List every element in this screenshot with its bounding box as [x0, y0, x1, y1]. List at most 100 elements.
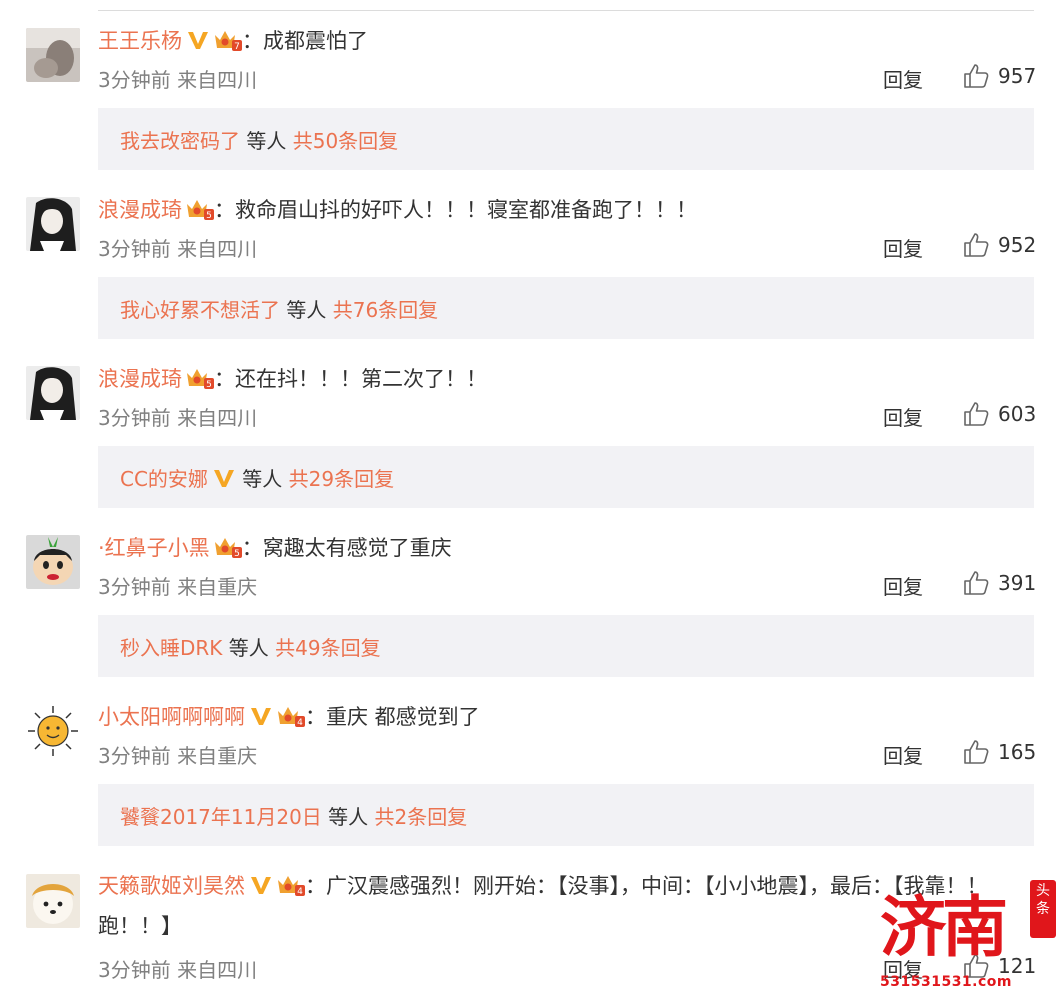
crown-icon: 4 — [275, 871, 305, 897]
username-link[interactable]: 浪漫成琦 — [98, 198, 182, 222]
reply-button[interactable]: 回复 — [883, 740, 923, 769]
avatar[interactable] — [26, 704, 80, 758]
sub-mid-text: 等人 — [321, 805, 375, 829]
sub-replies-box[interactable]: 秒入睡DRK 等人 共49条回复 — [98, 615, 1034, 677]
sub-mid-text: 等人 — [235, 467, 289, 491]
crown-icon: 5 — [184, 196, 214, 222]
source-location: 来自重庆 — [177, 575, 258, 599]
comment-text: 还在抖！！！第二次了！！ — [235, 367, 487, 391]
sub-total-link[interactable]: 共49条回复 — [275, 636, 380, 660]
comment-text: 窝趣太有感觉了重庆 — [262, 536, 452, 560]
comment-meta: 3分钟前 来自四川 — [98, 233, 257, 262]
colon: ： — [305, 874, 326, 898]
crown-icon: 5 — [184, 365, 214, 391]
username-link[interactable]: ·红鼻子小黑 — [98, 536, 210, 560]
watermark-number: 531531531.com — [880, 974, 1012, 990]
timestamp: 3分钟前 — [98, 406, 171, 430]
crown-level-label: 4 — [297, 887, 303, 897]
crown-level-label: 5 — [206, 211, 212, 221]
timestamp: 3分钟前 — [98, 575, 171, 599]
sub-replies-box[interactable]: 我去改密码了 等人 共50条回复 — [98, 108, 1034, 170]
like-count: 957 — [998, 64, 1037, 88]
sub-total-link[interactable]: 共50条回复 — [293, 129, 398, 153]
comment-text: 成都震怕了 — [263, 29, 368, 53]
crown-level-label: 4 — [297, 718, 303, 728]
comment-meta: 3分钟前 来自重庆 — [98, 571, 257, 600]
source-location: 来自重庆 — [177, 744, 258, 768]
username-link[interactable]: 浪漫成琦 — [98, 367, 182, 391]
thumbs-up-icon — [964, 233, 989, 257]
sub-replies-box[interactable]: 饕餮2017年11月20日 等人 共2条回复 — [98, 784, 1034, 846]
crown-level-label: 5 — [206, 380, 212, 390]
thumbs-up-icon — [964, 402, 989, 426]
comment-meta: 3分钟前 来自四川 — [98, 954, 257, 983]
verified-v-icon — [251, 708, 271, 725]
username-link[interactable]: 天籁歌姬刘昊然 — [98, 874, 245, 898]
timestamp: 3分钟前 — [98, 237, 171, 261]
crown-level-label: 5 — [234, 549, 240, 559]
reply-button[interactable]: 回复 — [883, 402, 923, 431]
verified-v-icon — [251, 877, 271, 894]
colon: ： — [214, 198, 235, 222]
reply-button[interactable]: 回复 — [883, 571, 923, 600]
avatar[interactable] — [26, 535, 80, 589]
colon: ： — [242, 29, 263, 53]
avatar[interactable] — [26, 28, 80, 82]
like-count: 391 — [998, 571, 1037, 595]
reply-button[interactable]: 回复 — [883, 64, 923, 93]
comment-line: 浪漫成琦 5 ：还在抖！！！第二次了！！ — [98, 364, 487, 394]
username-link[interactable]: 小太阳啊啊啊啊 — [98, 705, 245, 729]
timestamp: 3分钟前 — [98, 958, 171, 982]
like-count: 165 — [998, 740, 1037, 764]
timestamp: 3分钟前 — [98, 744, 171, 768]
source-location: 来自四川 — [177, 406, 258, 430]
sub-replies-box[interactable]: 我心好累不想活了 等人 共76条回复 — [98, 277, 1034, 339]
thumbs-up-icon — [964, 571, 989, 595]
avatar[interactable] — [26, 197, 80, 251]
comment-line: 小太阳啊啊啊啊 4 ：重庆 都感觉到了 — [98, 702, 480, 732]
colon: ： — [214, 367, 235, 391]
comment-line: ·红鼻子小黑 5 ：窝趣太有感觉了重庆 — [98, 533, 452, 563]
source-location: 来自四川 — [177, 958, 258, 982]
sub-replies-summary: 秒入睡DRK 等人 共49条回复 — [120, 632, 381, 661]
sub-total-link[interactable]: 共29条回复 — [289, 467, 394, 491]
timestamp: 3分钟前 — [98, 68, 171, 92]
reply-button[interactable]: 回复 — [883, 233, 923, 262]
avatar[interactable] — [26, 366, 80, 420]
sub-reply-user[interactable]: 我心好累不想活了 — [120, 298, 280, 322]
top-divider — [98, 10, 1034, 11]
sub-replies-box[interactable]: CC的安娜 等人 共29条回复 — [98, 446, 1034, 508]
thumbs-up-icon — [964, 64, 989, 88]
comment-line: 王王乐杨 7 ：成都震怕了 — [98, 26, 368, 56]
sub-replies-summary: 饕餮2017年11月20日 等人 共2条回复 — [120, 801, 467, 830]
sub-reply-user[interactable]: 秒入睡DRK — [120, 636, 222, 660]
comment-meta: 3分钟前 来自四川 — [98, 64, 257, 93]
sub-reply-user[interactable]: CC的安娜 — [120, 467, 208, 491]
comment-meta: 3分钟前 来自重庆 — [98, 740, 257, 769]
crown-icon: 4 — [275, 703, 305, 729]
crown-icon: 7 — [212, 27, 242, 53]
watermark-tag: 头条 — [1030, 880, 1056, 938]
comment-meta: 3分钟前 来自四川 — [98, 402, 257, 431]
sub-total-link[interactable]: 共76条回复 — [333, 298, 438, 322]
comment-text: 救命眉山抖的好吓人！！！寝室都准备跑了！！！ — [235, 198, 697, 222]
sub-mid-text: 等人 — [240, 129, 293, 153]
username-link[interactable]: 王王乐杨 — [98, 29, 182, 53]
watermark-text: 济南 — [880, 888, 1008, 966]
verified-v-icon — [188, 32, 208, 49]
sub-total-link[interactable]: 共2条回复 — [375, 805, 468, 829]
like-count: 603 — [998, 402, 1037, 426]
sub-reply-user[interactable]: 饕餮2017年11月20日 — [120, 805, 322, 829]
verified-v-icon — [213, 470, 234, 487]
comment-text: 重庆 都感觉到了 — [326, 705, 480, 729]
sub-mid-text: 等人 — [280, 298, 333, 322]
source-location: 来自四川 — [177, 237, 258, 261]
crown-icon: 5 — [212, 534, 242, 560]
avatar[interactable] — [26, 874, 80, 928]
sub-reply-user[interactable]: 我去改密码了 — [120, 129, 240, 153]
source-location: 来自四川 — [177, 68, 258, 92]
colon: ： — [241, 536, 263, 560]
crown-level-label: 7 — [234, 42, 240, 52]
watermark-logo: 济南 头条 531531531.com — [868, 870, 1064, 998]
like-count: 952 — [998, 233, 1037, 257]
